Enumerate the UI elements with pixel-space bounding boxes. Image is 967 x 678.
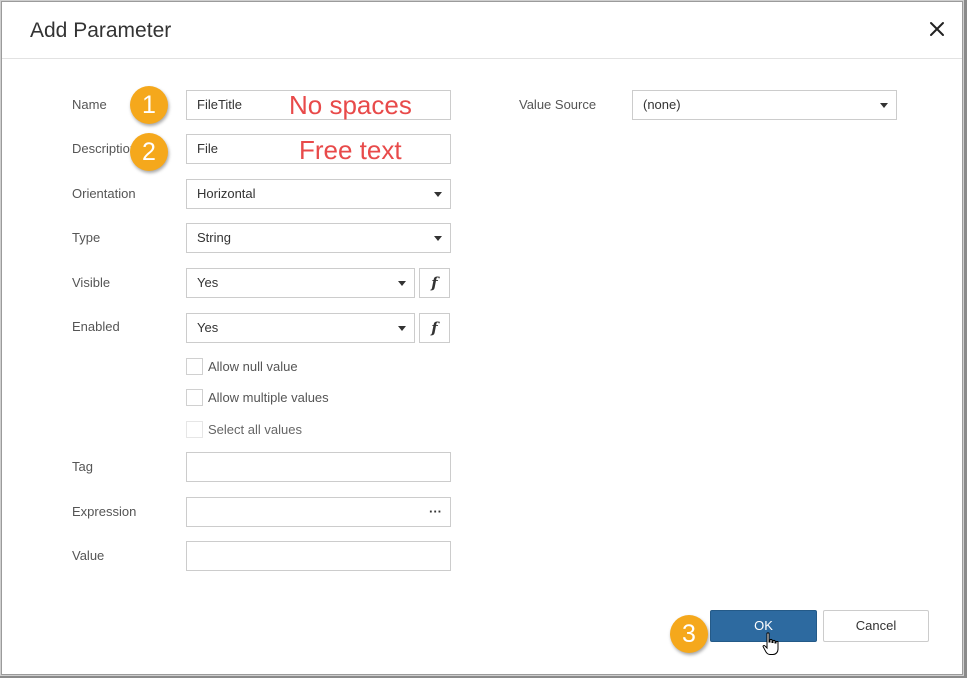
allow-null-checkbox[interactable] <box>186 358 203 375</box>
description-label: Description <box>72 141 138 156</box>
hand-cursor-icon <box>762 632 779 655</box>
select-all-checkbox <box>186 421 203 438</box>
allow-null-label[interactable]: Allow null value <box>208 359 298 374</box>
annotation-badge-1: 1 <box>130 86 168 124</box>
value-source-value: (none) <box>643 97 681 112</box>
annotation-badge-3: 3 <box>670 615 708 653</box>
dialog-title: Add Parameter <box>30 19 172 42</box>
close-button[interactable] <box>926 18 948 40</box>
select-all-label: Select all values <box>208 422 302 437</box>
annotation-badge-2: 2 <box>130 133 168 171</box>
expression-label: Expression <box>72 504 137 519</box>
chevron-down-icon <box>398 281 406 286</box>
expression-input[interactable]: ··· <box>186 497 451 527</box>
chevron-down-icon <box>434 192 442 197</box>
orientation-select[interactable]: Horizontal <box>186 179 451 209</box>
enabled-value: Yes <box>197 320 219 335</box>
annotation-free-text: Free text <box>299 135 402 165</box>
value-source-select[interactable]: (none) <box>632 90 897 120</box>
chevron-down-icon <box>398 326 406 331</box>
allow-multiple-checkbox[interactable] <box>186 389 203 406</box>
chevron-down-icon <box>880 103 888 108</box>
visible-select[interactable]: Yes <box>186 268 415 298</box>
function-icon: f <box>431 319 438 337</box>
enabled-select[interactable]: Yes <box>186 313 415 343</box>
enabled-label: Enabled <box>72 319 120 334</box>
name-label: Name <box>72 97 107 112</box>
type-select[interactable]: String <box>186 223 451 253</box>
ellipsis-icon[interactable]: ··· <box>429 498 442 526</box>
orientation-label: Orientation <box>72 186 136 201</box>
visible-value: Yes <box>197 275 219 290</box>
add-parameter-dialog: Add Parameter Name FileTitle Description… <box>1 1 963 675</box>
chevron-down-icon <box>434 236 442 241</box>
close-icon <box>930 22 944 36</box>
value-input[interactable] <box>186 541 451 571</box>
type-label: Type <box>72 230 101 245</box>
tag-label: Tag <box>72 459 93 474</box>
value-label: Value <box>72 548 105 563</box>
cancel-button[interactable]: Cancel <box>823 610 929 642</box>
function-icon: f <box>431 274 438 292</box>
tag-input[interactable] <box>186 452 451 482</box>
dialog-header: Add Parameter <box>2 2 962 59</box>
allow-multiple-label[interactable]: Allow multiple values <box>208 390 329 405</box>
enabled-expression-button[interactable]: f <box>419 313 450 343</box>
visible-label: Visible <box>72 275 111 290</box>
annotation-no-spaces: No spaces <box>289 90 412 120</box>
orientation-value: Horizontal <box>197 186 256 201</box>
visible-expression-button[interactable]: f <box>419 268 450 298</box>
type-value: String <box>197 230 231 245</box>
value-source-label: Value Source <box>519 97 597 112</box>
